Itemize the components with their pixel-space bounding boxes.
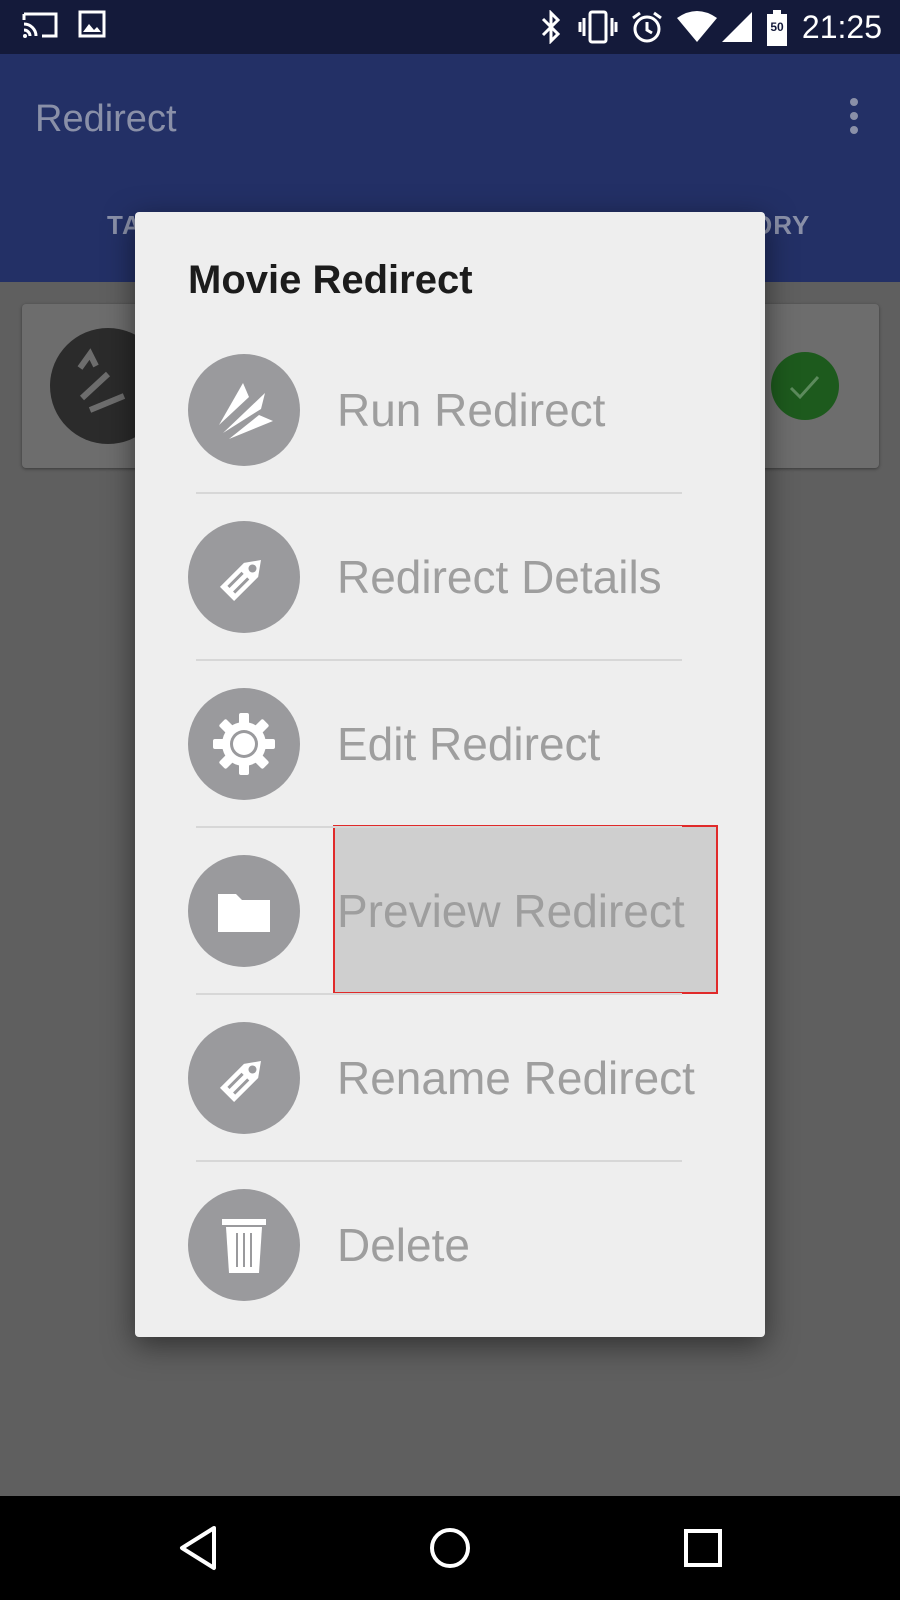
bluetooth-icon	[541, 10, 561, 44]
navigation-bar	[0, 1496, 900, 1600]
trash-icon	[188, 1189, 300, 1301]
folder-icon	[188, 855, 300, 967]
tag-icon	[188, 521, 300, 633]
back-icon[interactable]	[172, 1522, 224, 1574]
tag-icon	[188, 1022, 300, 1134]
battery-level: 50	[770, 20, 784, 34]
home-icon[interactable]	[424, 1522, 476, 1574]
gear-icon	[188, 688, 300, 800]
cast-icon	[22, 12, 58, 38]
app-title: Redirect	[35, 98, 177, 140]
menu-item-label: Run Redirect	[337, 384, 606, 436]
wifi-icon	[677, 11, 717, 42]
menu-item-rename-redirect[interactable]: Rename Redirect	[135, 995, 765, 1161]
vibrate-icon	[578, 10, 618, 44]
check-icon	[771, 352, 839, 420]
signal-icon	[722, 12, 752, 42]
menu-item-label: Redirect Details	[337, 551, 662, 603]
menu-item-run-redirect[interactable]: Run Redirect	[135, 327, 765, 493]
run-redirect-icon	[188, 354, 300, 466]
options-dialog: Movie Redirect Run Redirect Redirect Det…	[135, 212, 765, 1337]
menu-item-redirect-details[interactable]: Redirect Details	[135, 494, 765, 660]
menu-item-preview-redirect[interactable]: Preview Redirect	[135, 828, 765, 994]
menu-item-label: Preview Redirect	[337, 885, 685, 937]
menu-item-label: Delete	[337, 1219, 470, 1271]
image-icon	[78, 10, 106, 38]
menu-item-label: Edit Redirect	[337, 718, 601, 770]
menu-item-edit-redirect[interactable]: Edit Redirect	[135, 661, 765, 827]
overflow-menu-icon[interactable]	[848, 98, 860, 134]
recents-icon[interactable]	[677, 1522, 729, 1574]
menu-item-label: Rename Redirect	[337, 1052, 695, 1104]
status-time: 21:25	[801, 9, 882, 45]
menu-item-delete[interactable]: Delete	[135, 1162, 765, 1328]
dialog-title: Movie Redirect	[188, 258, 473, 302]
status-bar: 50 21:25	[0, 0, 900, 54]
alarm-icon	[632, 11, 662, 43]
